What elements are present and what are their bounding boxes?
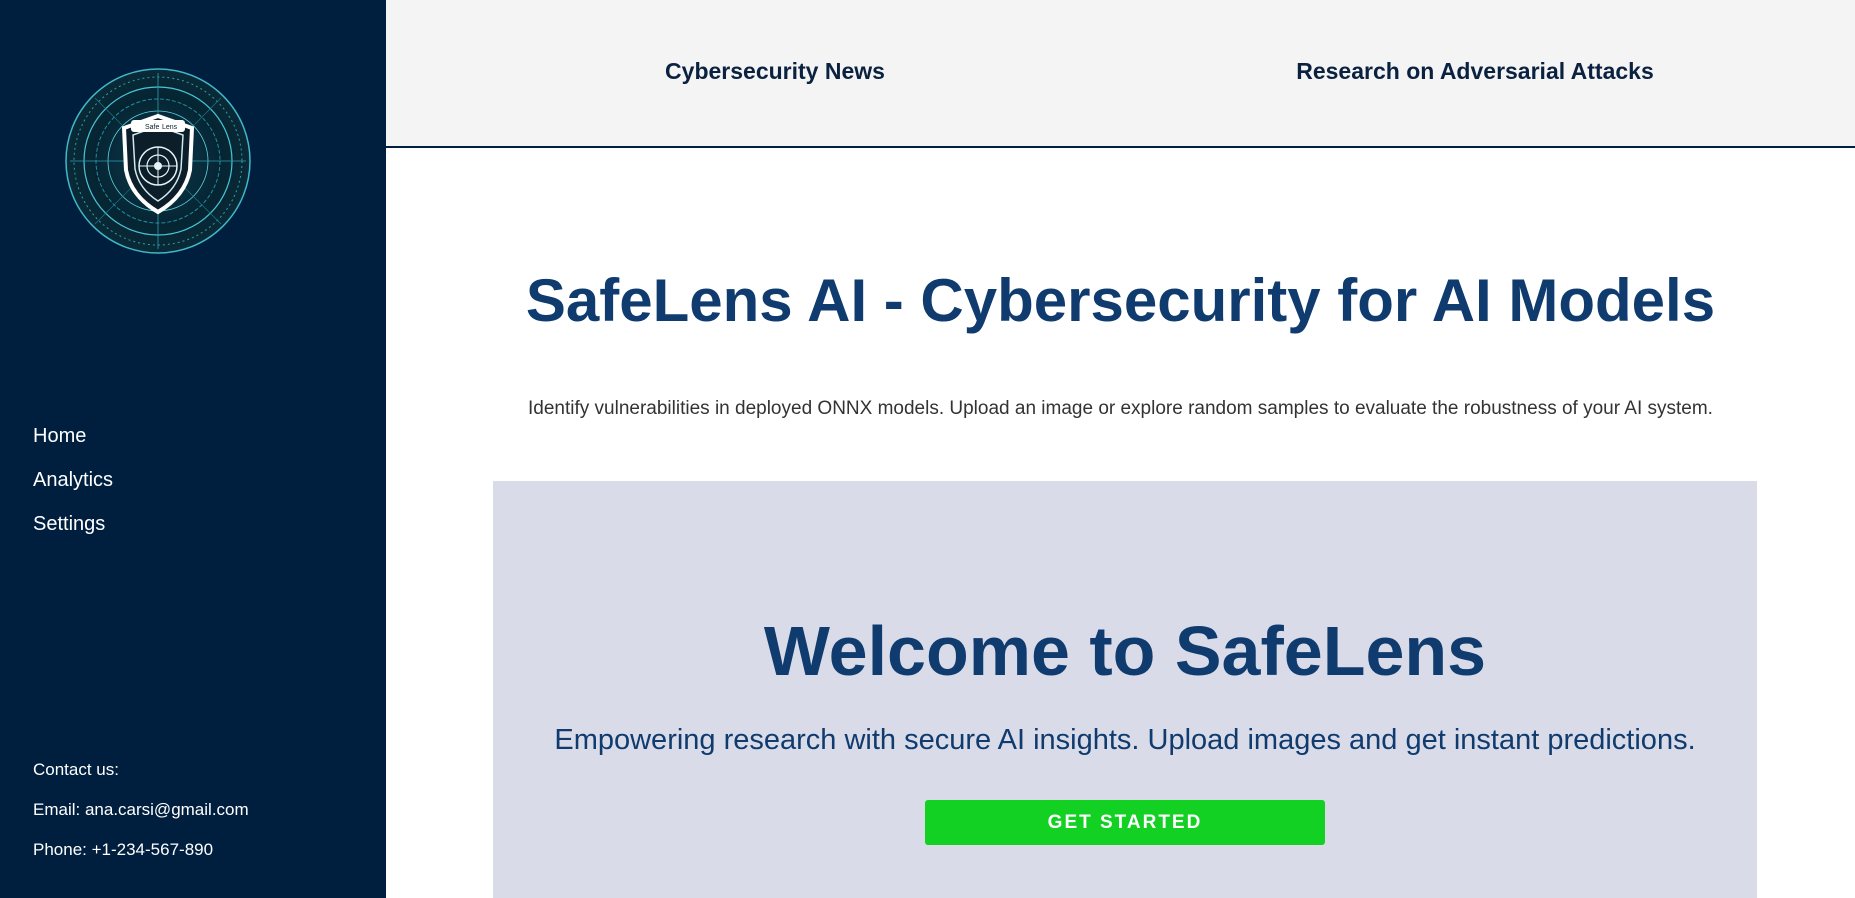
sidebar-item-home[interactable]: Home (33, 424, 113, 448)
topnav-link-cybersecurity-news[interactable]: Cybersecurity News (665, 58, 885, 85)
logo-text-left: Safe (145, 124, 160, 131)
logo-text-right: Lens (162, 124, 178, 131)
get-started-button[interactable]: GET STARTED (925, 800, 1325, 845)
sidebar-item-settings[interactable]: Settings (33, 512, 113, 536)
topnav-link-adversarial-research[interactable]: Research on Adversarial Attacks (1296, 58, 1654, 85)
page: Safe Lens Home Analytics Settings Contac… (0, 0, 1855, 898)
sidebar: Safe Lens Home Analytics Settings Contac… (0, 0, 386, 898)
sidebar-item-analytics[interactable]: Analytics (33, 468, 113, 492)
hero-panel: Welcome to SafeLens Empowering research … (493, 481, 1757, 898)
sidebar-nav: Home Analytics Settings (33, 424, 113, 556)
hero-heading: Welcome to SafeLens (763, 612, 1487, 690)
contact-email: Email: ana.carsi@gmail.com (33, 800, 249, 819)
intro-text: Identify vulnerabilities in deployed ONN… (528, 398, 1713, 419)
contact-info: Contact us: Email: ana.carsi@gmail.com P… (33, 760, 249, 880)
page-title: SafeLens AI - Cybersecurity for AI Model… (525, 267, 1716, 334)
shield-radar-icon: Safe Lens (65, 68, 251, 254)
safelens-shield-logo: Safe Lens (65, 68, 251, 254)
top-nav-bar: Cybersecurity News Research on Adversari… (386, 0, 1855, 148)
hero-subheading: Empowering research with secure AI insig… (554, 724, 1696, 756)
contact-heading: Contact us: (33, 760, 119, 779)
contact-phone: Phone: +1-234-567-890 (33, 840, 214, 859)
